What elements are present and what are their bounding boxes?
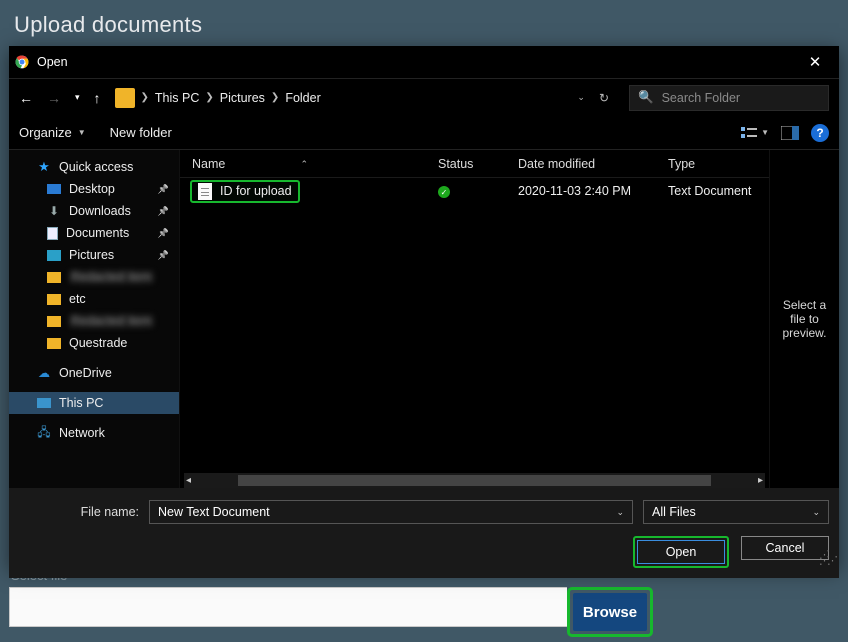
document-icon — [47, 227, 58, 240]
tree-desktop[interactable]: Desktop — [9, 178, 179, 200]
search-icon: 🔍 — [638, 90, 654, 105]
chevron-down-icon[interactable]: ⌄ — [812, 507, 820, 518]
chevron-down-icon: ▼ — [761, 128, 769, 137]
tree-item-obscured[interactable]: Redacted item — [9, 266, 179, 288]
resize-grip-icon[interactable]: ⋰⋰⋰ — [819, 552, 835, 564]
preview-pane: Select a file to preview. — [769, 150, 839, 488]
chevron-right-icon: ❯ — [205, 92, 213, 103]
chevron-right-icon: ❯ — [271, 92, 279, 103]
chevron-down-icon: ▼ — [78, 128, 86, 137]
tree-pictures[interactable]: Pictures — [9, 244, 179, 266]
search-placeholder: Search Folder — [662, 91, 741, 105]
folder-icon — [47, 272, 61, 283]
file-open-dialog: Open ✕ ← → ▾ ↑ ❯ This PC ❯ Pictures ❯ Fo… — [9, 46, 839, 568]
folder-icon — [47, 338, 61, 349]
nav-recent-icon[interactable]: ▾ — [75, 93, 80, 102]
view-mode-button[interactable]: ▼ — [741, 126, 769, 140]
cancel-button[interactable]: Cancel — [741, 536, 829, 560]
column-header-type[interactable]: Type — [668, 157, 769, 171]
file-name: ID for upload — [220, 184, 292, 198]
new-folder-button[interactable]: New folder — [110, 125, 172, 140]
chrome-icon — [15, 55, 29, 69]
column-header-status[interactable]: Status — [438, 157, 518, 171]
pictures-icon — [47, 250, 61, 261]
tree-documents[interactable]: Documents — [9, 222, 179, 244]
scroll-left-icon[interactable]: ◂ — [186, 475, 191, 486]
star-icon: ★ — [37, 160, 51, 174]
file-name-label: File name: — [19, 505, 139, 519]
help-icon[interactable]: ? — [811, 124, 829, 142]
nav-up-icon[interactable]: ↑ — [94, 91, 101, 105]
breadcrumb-item[interactable]: Pictures — [220, 91, 265, 105]
nav-forward-icon: → — [47, 91, 61, 105]
tree-quick-access[interactable]: ★Quick access — [9, 156, 179, 178]
file-name-input[interactable]: New Text Document ⌄ — [149, 500, 633, 524]
network-icon: 🖧 — [37, 426, 51, 440]
pc-icon — [37, 398, 51, 408]
close-icon[interactable]: ✕ — [799, 53, 831, 71]
browse-button[interactable]: Browse — [573, 593, 647, 631]
organize-menu[interactable]: Organize▼ — [19, 125, 86, 140]
horizontal-scrollbar[interactable]: ◂ ▸ — [184, 473, 765, 488]
folder-icon — [47, 316, 61, 327]
folder-tree: ★Quick access Desktop ⬇Downloads Documen… — [9, 150, 179, 488]
open-highlight: Open — [633, 536, 729, 568]
file-type-filter[interactable]: All Files ⌄ — [643, 500, 829, 524]
chevron-right-icon: ❯ — [141, 92, 149, 103]
tree-downloads[interactable]: ⬇Downloads — [9, 200, 179, 222]
download-icon: ⬇ — [47, 204, 61, 218]
breadcrumb-root[interactable]: This PC — [155, 91, 199, 105]
folder-icon — [115, 88, 135, 108]
scroll-right-icon[interactable]: ▸ — [758, 475, 763, 486]
tree-questrade[interactable]: Questrade — [9, 332, 179, 354]
folder-icon — [47, 294, 61, 305]
dialog-title: Open — [37, 55, 68, 69]
search-input[interactable]: 🔍 Search Folder — [629, 85, 829, 111]
tree-network[interactable]: 🖧Network — [9, 422, 179, 444]
tree-onedrive[interactable]: ☁OneDrive — [9, 362, 179, 384]
sort-asc-icon: ⌃ — [300, 159, 308, 170]
chevron-down-icon[interactable]: ⌄ — [616, 507, 624, 518]
text-file-icon — [198, 183, 212, 200]
tree-this-pc[interactable]: This PC — [9, 392, 179, 414]
file-path-input[interactable] — [9, 587, 567, 627]
cloud-icon: ☁ — [37, 366, 51, 380]
column-header-name[interactable]: Name⌃ — [180, 157, 438, 171]
open-button[interactable]: Open — [637, 540, 725, 564]
sync-ok-icon: ✓ — [438, 186, 450, 198]
page-title: Upload documents — [0, 0, 848, 50]
nav-back-icon[interactable]: ← — [19, 91, 33, 105]
column-header-date[interactable]: Date modified — [518, 157, 668, 171]
scroll-thumb[interactable] — [238, 475, 711, 486]
preview-pane-button[interactable] — [781, 126, 799, 140]
tree-item-obscured[interactable]: Redacted item — [9, 310, 179, 332]
file-row[interactable]: ID for upload ✓ 2020-11-03 2:40 PM Text … — [180, 178, 769, 204]
breadcrumb-dropdown-icon[interactable]: ⌄ — [577, 92, 585, 103]
file-type: Text Document — [668, 184, 769, 198]
file-highlight: ID for upload — [190, 180, 300, 203]
desktop-icon — [47, 184, 61, 194]
refresh-icon[interactable]: ↻ — [599, 91, 609, 105]
file-date: 2020-11-03 2:40 PM — [518, 184, 668, 198]
tree-etc[interactable]: etc — [9, 288, 179, 310]
breadcrumb-item[interactable]: Folder — [285, 91, 320, 105]
browse-highlight: Browse — [567, 587, 653, 637]
breadcrumb[interactable]: ❯ This PC ❯ Pictures ❯ Folder ⌄ ↻ — [111, 85, 619, 111]
